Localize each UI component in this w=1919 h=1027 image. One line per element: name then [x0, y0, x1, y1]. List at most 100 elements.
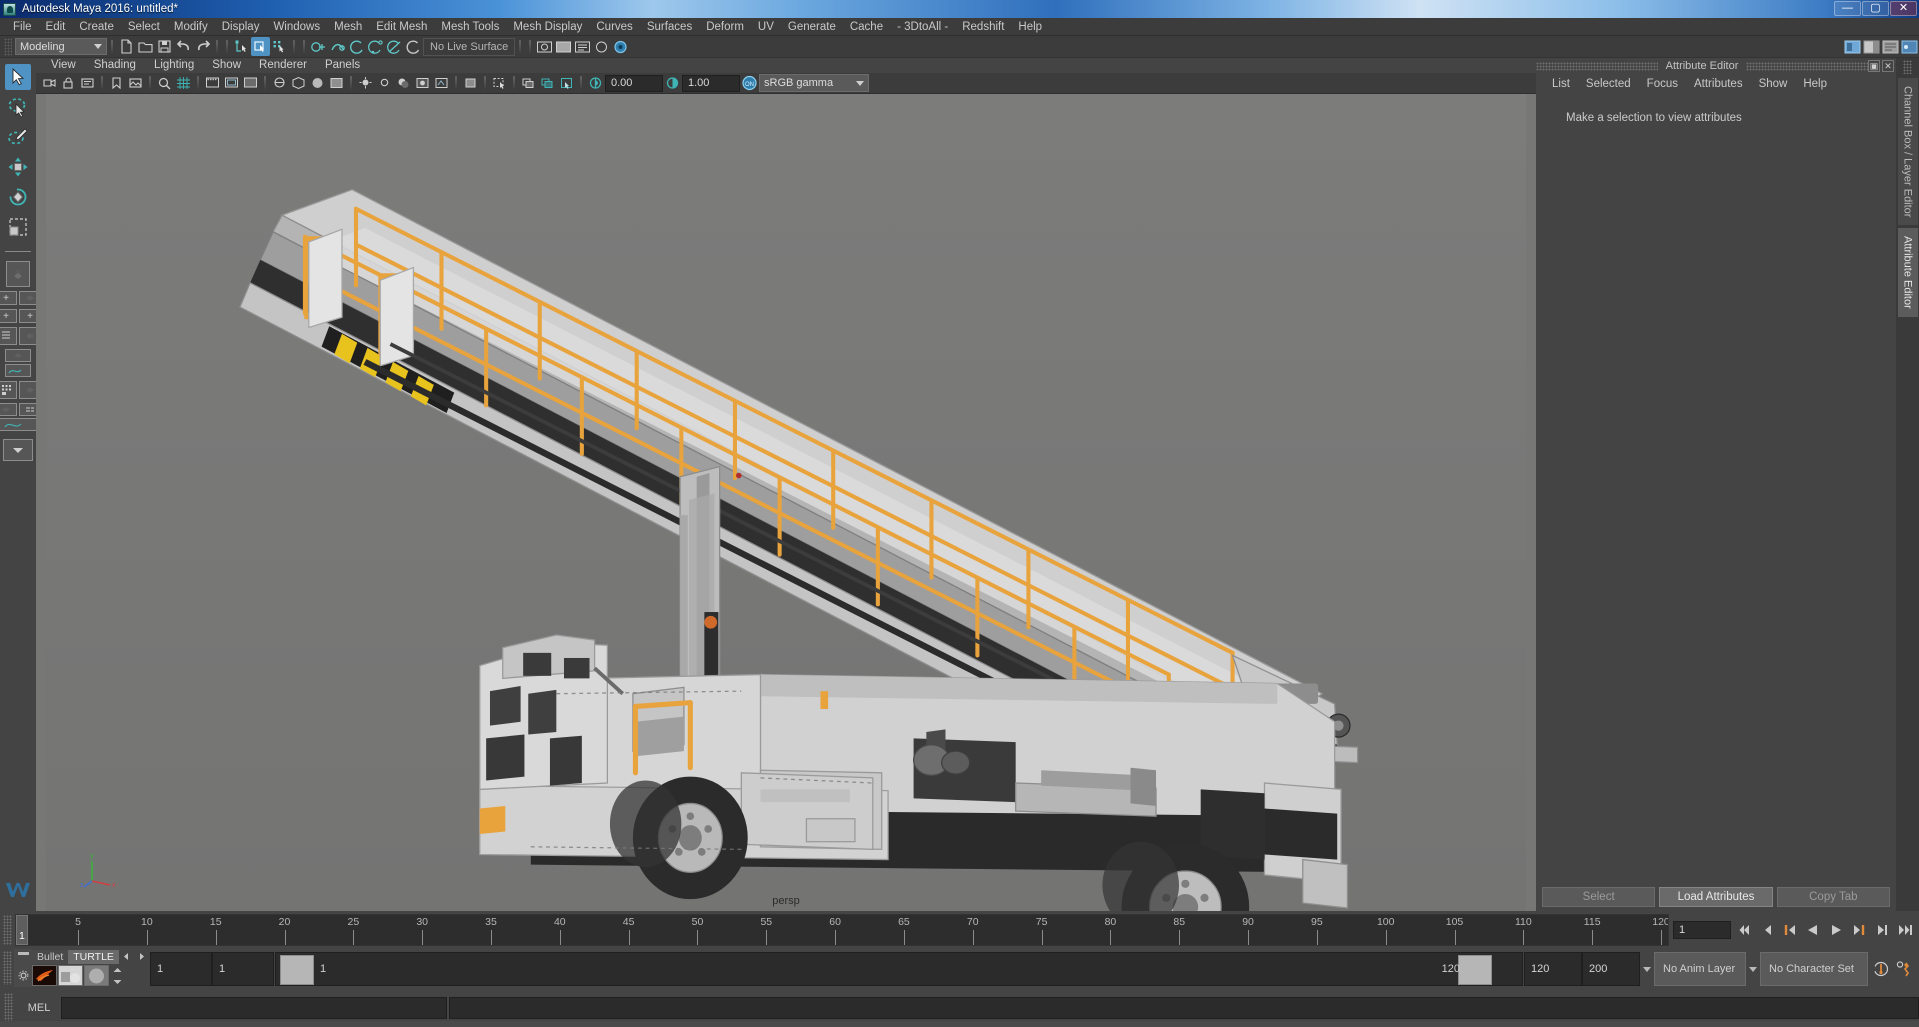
render-view-icon[interactable] [611, 37, 630, 56]
play-backwards-icon[interactable] [1803, 920, 1823, 940]
range-slider-track[interactable]: 1 120 [275, 952, 1523, 986]
undock-icon[interactable]: ▣ [1868, 60, 1881, 72]
menu-mesh-display[interactable]: Mesh Display [506, 18, 589, 36]
isolate-select-icon[interactable] [490, 74, 509, 93]
statusline-grip[interactable] [4, 37, 12, 56]
select-by-hierarchy-icon[interactable] [232, 37, 251, 56]
select-camera-icon[interactable] [40, 74, 59, 93]
tab-channel-box-layer-editor[interactable]: Channel Box / Layer Editor [1897, 78, 1918, 226]
ae-menu-focus[interactable]: Focus [1639, 78, 1686, 90]
xray-joints-icon[interactable] [538, 74, 557, 93]
anim-layer-field[interactable]: No Anim Layer [1654, 952, 1746, 986]
menu-help[interactable]: Help [1011, 18, 1049, 36]
menuset-selector[interactable]: Modeling [15, 38, 107, 55]
smooth-shade-icon[interactable] [308, 74, 327, 93]
hypershade-icon[interactable] [592, 37, 611, 56]
live-surface-field[interactable]: No Live Surface [423, 37, 516, 56]
copy-tab-button[interactable]: Copy Tab [1776, 887, 1890, 907]
layout-persp-graph[interactable] [5, 349, 31, 362]
lights-all-icon[interactable] [375, 74, 394, 93]
menu-file[interactable]: File [6, 18, 39, 36]
ae-menu-show[interactable]: Show [1751, 78, 1796, 90]
xray-shaded-icon[interactable] [519, 74, 538, 93]
range-end-handle[interactable] [1458, 955, 1492, 985]
command-language-label[interactable]: MEL [17, 1002, 61, 1014]
command-output-field[interactable] [449, 997, 1919, 1019]
render-current-frame-icon[interactable] [535, 37, 554, 56]
ae-menu-help[interactable]: Help [1795, 78, 1835, 90]
step-forward-keyframe-icon[interactable] [1872, 920, 1892, 940]
film-gate-icon[interactable] [203, 74, 222, 93]
grid-toggle-icon[interactable] [174, 74, 193, 93]
color-management-selector[interactable]: sRGB gamma [759, 74, 869, 93]
select-by-component-icon[interactable] [270, 37, 289, 56]
render-settings-icon[interactable] [573, 37, 592, 56]
lights-default-icon[interactable] [356, 74, 375, 93]
viewport-menu-shading[interactable]: Shading [85, 59, 145, 71]
irr-render-icon[interactable] [554, 37, 573, 56]
play-forwards-icon[interactable] [1826, 920, 1846, 940]
prev-shelf-icon[interactable] [119, 952, 134, 964]
anim-end-field[interactable]: 200 [1582, 952, 1640, 986]
layout-four-view[interactable]: + [0, 291, 17, 305]
close-icon[interactable]: ✕ [1882, 60, 1895, 72]
animation-preferences-icon[interactable] [1894, 959, 1914, 979]
tab-attribute-editor[interactable]: Attribute Editor [1897, 228, 1918, 318]
go-to-start-icon[interactable] [1734, 920, 1754, 940]
layout-hypershade[interactable] [0, 381, 17, 399]
next-shelf-icon[interactable] [134, 952, 149, 964]
shelf-tabs-menu-icon[interactable] [17, 952, 29, 955]
snap-to-grid-icon[interactable] [309, 37, 328, 56]
range-start-handle[interactable] [280, 955, 314, 985]
maximize-button[interactable]: ▢ [1862, 1, 1889, 16]
select-button[interactable]: Select [1542, 887, 1656, 907]
minimize-button[interactable]: — [1834, 1, 1861, 16]
3d-viewport[interactable]: y x z persp [36, 94, 1536, 911]
shadows-icon[interactable] [394, 74, 413, 93]
range-start-field[interactable]: 1 [212, 952, 274, 986]
bookmark-icon[interactable] [107, 74, 126, 93]
anim-layer-dropdown-icon[interactable] [1640, 952, 1654, 986]
menu-uv[interactable]: UV [751, 18, 781, 36]
layout-graph-editor[interactable] [5, 364, 31, 377]
panel-grip-right[interactable] [1746, 61, 1869, 71]
layout-four-view-alt[interactable]: + [0, 309, 17, 323]
character-set-dropdown-icon[interactable] [1746, 952, 1760, 986]
xray-icon[interactable] [270, 74, 289, 93]
layout-graph-editor-wide[interactable] [0, 418, 41, 431]
move-tool[interactable] [5, 154, 31, 180]
two-d-pan-zoom-icon[interactable] [155, 74, 174, 93]
menu-edit[interactable]: Edit [39, 18, 73, 36]
range-end-field[interactable]: 120 [1524, 952, 1582, 986]
open-scene-icon[interactable] [136, 37, 155, 56]
auto-key-icon[interactable] [1871, 959, 1891, 979]
snap-to-view-plane-icon[interactable] [385, 37, 404, 56]
paint-select-tool[interactable] [5, 124, 31, 150]
command-line-grip[interactable] [4, 993, 13, 1023]
gamma-field[interactable]: 1.00 [682, 74, 740, 92]
select-tool[interactable] [5, 64, 31, 90]
viewport-menu-renderer[interactable]: Renderer [250, 59, 316, 71]
motion-blur-icon[interactable] [432, 74, 451, 93]
camera-attributes-icon[interactable] [78, 74, 97, 93]
image-plane-icon[interactable] [126, 74, 145, 93]
multisample-aa-icon[interactable] [461, 74, 480, 93]
shelf-grip[interactable] [3, 951, 12, 985]
gate-mask-icon[interactable] [241, 74, 260, 93]
turtle-render-icon[interactable] [58, 965, 83, 986]
menu-mesh-tools[interactable]: Mesh Tools [434, 18, 506, 36]
more-layouts-button[interactable] [3, 439, 33, 461]
gamma-icon[interactable] [663, 74, 682, 93]
snap-to-curve-icon[interactable] [328, 37, 347, 56]
exposure-icon[interactable] [586, 74, 605, 93]
menu-create[interactable]: Create [72, 18, 121, 36]
show-editor-icon[interactable] [1843, 37, 1862, 56]
viewport-menu-panels[interactable]: Panels [316, 59, 369, 71]
shelf-options-gear-icon[interactable] [18, 970, 29, 984]
right-tabs-grip[interactable] [1903, 60, 1912, 74]
anim-start-field[interactable]: 1 [150, 952, 212, 986]
time-cursor[interactable]: 1 [16, 915, 28, 945]
step-forward-frame-icon[interactable] [1849, 920, 1869, 940]
menu-cache[interactable]: Cache [843, 18, 890, 36]
exposure-field[interactable]: 0.00 [605, 74, 663, 92]
